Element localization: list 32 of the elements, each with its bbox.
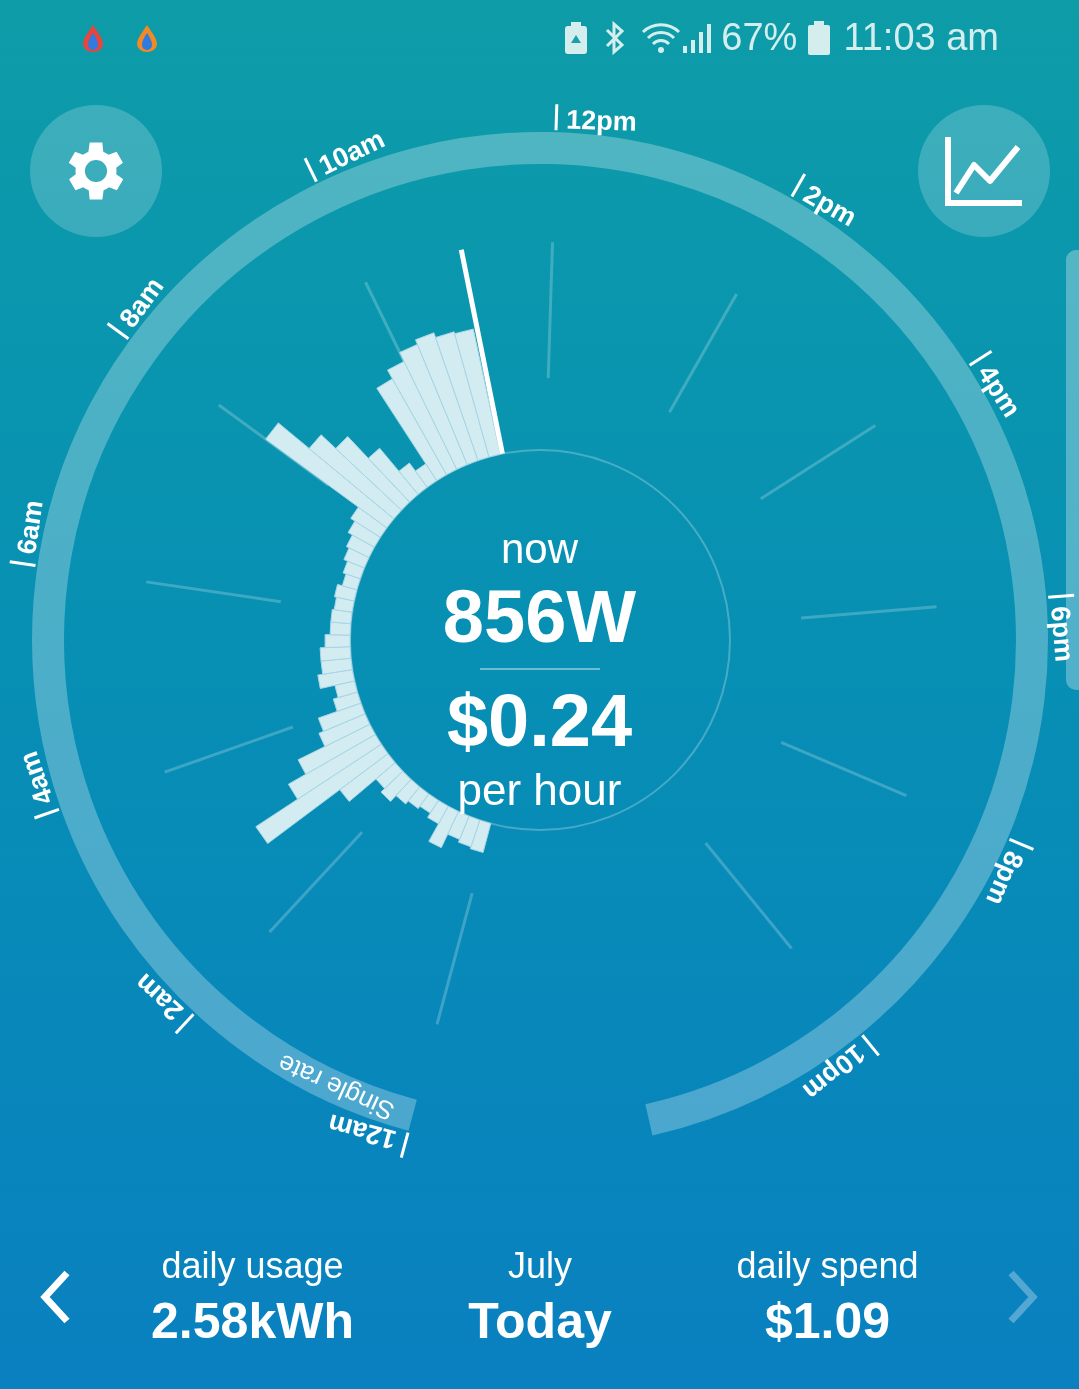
day-label: Today xyxy=(468,1292,612,1351)
hour-tick xyxy=(399,1132,410,1159)
hour-label: 8pm xyxy=(980,846,1030,910)
hour-label: 4am xyxy=(13,747,60,809)
signal-icon xyxy=(681,21,714,54)
battery-icon xyxy=(807,19,832,56)
hour-label: 6am xyxy=(11,498,49,557)
usage-value: 2.58kWh xyxy=(151,1292,354,1351)
wifi-icon xyxy=(641,21,682,54)
hour-tick xyxy=(1008,837,1034,851)
hour-label: 10am xyxy=(314,123,390,181)
battery-percent: 67% xyxy=(721,15,798,60)
power-reading: 856W xyxy=(442,574,637,660)
hour-tick xyxy=(554,104,559,131)
hour-label: 12pm xyxy=(565,104,638,137)
cost-reading: $0.24 xyxy=(446,678,633,764)
spend-value: $1.09 xyxy=(764,1292,891,1351)
hour-tick xyxy=(303,157,318,183)
month-label: July xyxy=(508,1244,572,1288)
now-label: now xyxy=(500,524,579,574)
hour-tick xyxy=(1048,593,1075,599)
hour-label: 2pm xyxy=(798,178,862,233)
line-chart-icon xyxy=(944,135,1024,207)
cost-unit: per hour xyxy=(457,764,622,816)
spend-label: daily spend xyxy=(736,1244,919,1288)
hour-tick xyxy=(968,349,993,367)
hour-tick xyxy=(9,560,36,567)
hour-label: 6pm xyxy=(1045,605,1079,663)
clock: 11:03 am xyxy=(843,15,999,60)
usage-label: daily usage xyxy=(161,1244,344,1288)
battery-saver-icon xyxy=(563,20,590,55)
hour-tick xyxy=(33,808,60,820)
